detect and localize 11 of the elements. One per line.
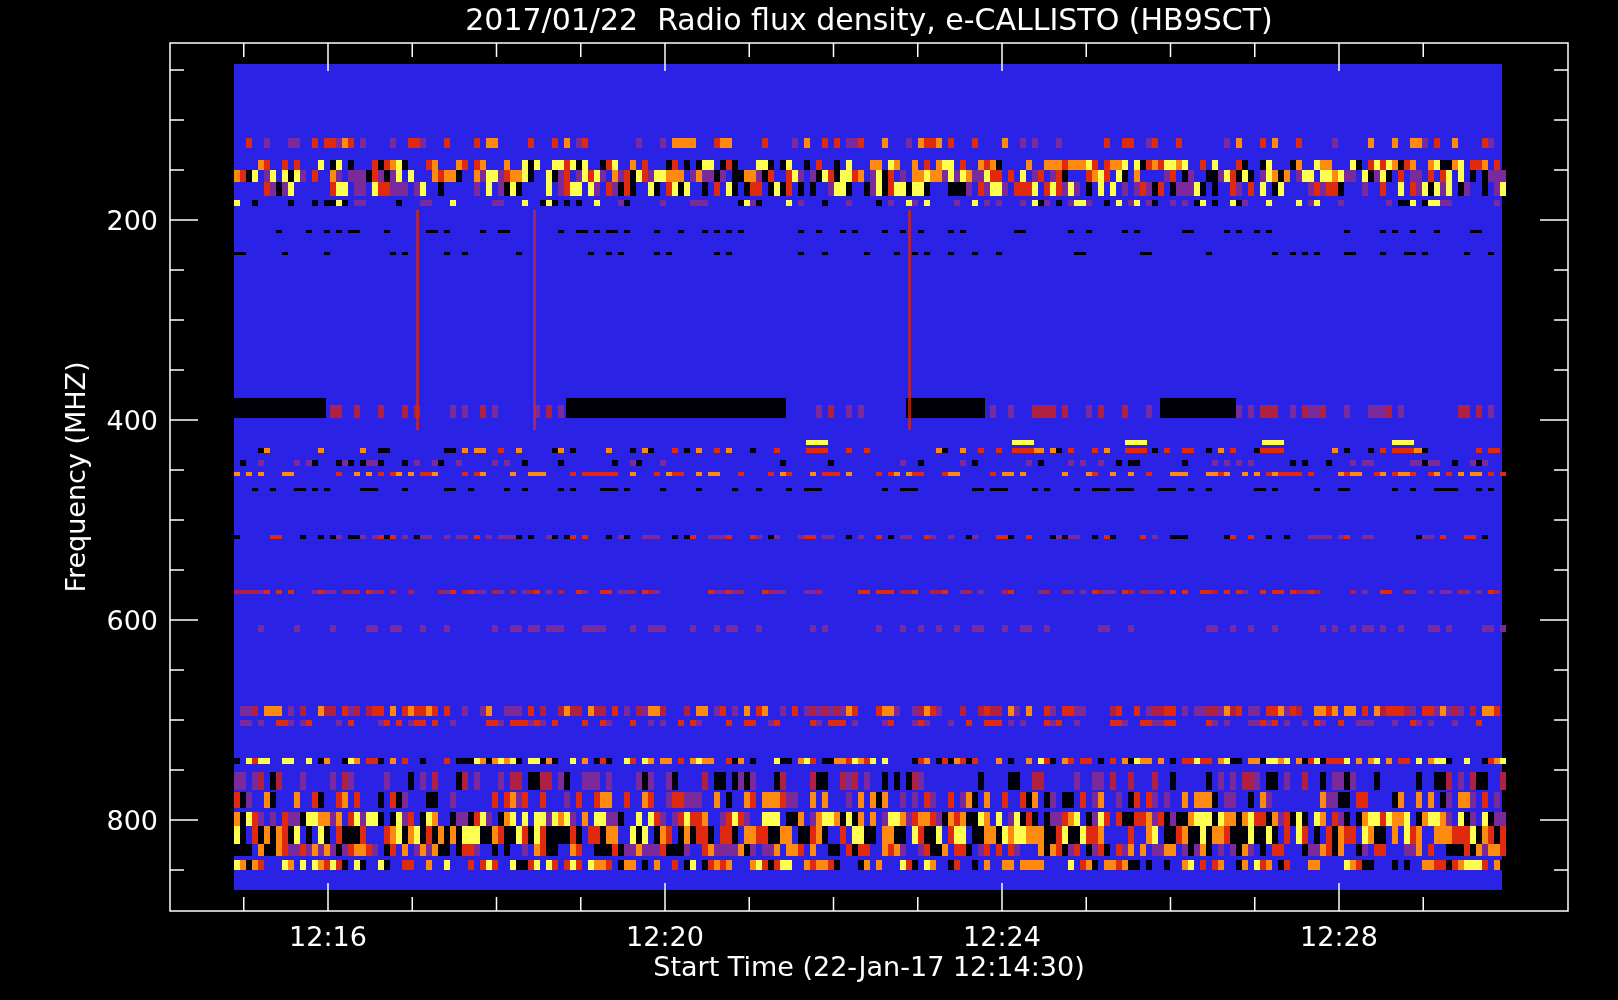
- y-tick-label: 400: [106, 405, 158, 436]
- y-tick-label: 800: [106, 805, 158, 836]
- x-tick-label: 12:28: [1300, 921, 1378, 952]
- x-tick-label: 12:24: [963, 921, 1041, 952]
- y-axis-title: Frequency (MHZ): [60, 361, 91, 593]
- y-tick-label: 600: [106, 605, 158, 636]
- chart-title: 2017/01/22 Radio flux density, e-CALLISTO (HB9SCT): [465, 2, 1273, 37]
- x-tick-label: 12:16: [289, 921, 367, 952]
- y-tick-label: 200: [106, 205, 158, 236]
- x-tick-label: 12:20: [626, 921, 704, 952]
- x-axis-title: Start Time (22-Jan-17 12:14:30): [653, 951, 1085, 982]
